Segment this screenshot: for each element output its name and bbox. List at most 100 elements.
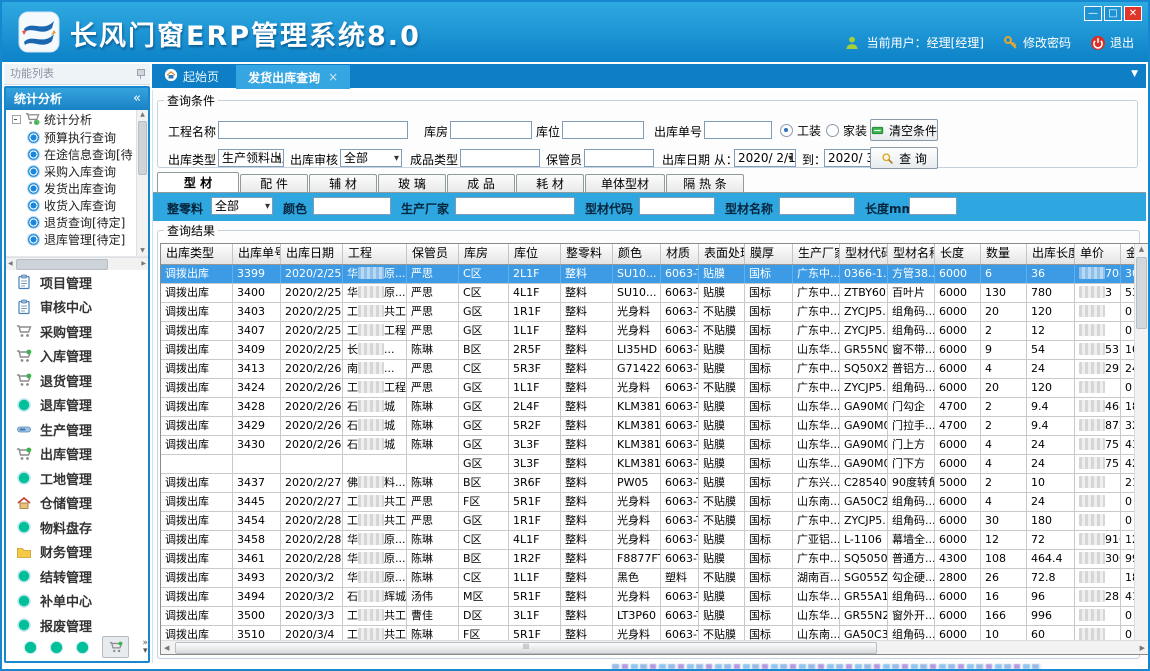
tree-item[interactable]: 在途信息查询[待 [6,146,148,163]
grid-column-header[interactable]: 出库类型 [161,244,233,264]
table-row[interactable]: 调拨出库34002020/2/25华原...严思C区4L1F整料SU10...6… [161,284,1148,303]
grid-column-header[interactable]: 库位 [509,244,561,264]
table-row[interactable]: 调拨出库34372020/2/27佛料...陈琳B区3R6F整料PW056063… [161,474,1148,493]
grid-column-header[interactable]: 数量 [981,244,1027,264]
material-tab[interactable]: 配 件 [240,174,308,192]
table-row[interactable]: 调拨出库34292020/2/26石城陈琳G区5R2F整料KLM38176063… [161,417,1148,436]
tree-item[interactable]: 退库管理[待定] [6,231,148,248]
sidebar-item-结转管理[interactable]: 结转管理 [6,564,148,589]
grid-column-header[interactable]: 工程 [343,244,407,264]
sidebar-item-退货管理[interactable]: 退货管理 [6,368,148,393]
table-row[interactable]: 调拨出库34302020/2/26石城陈琳G区3L3F整料KLM38176063… [161,436,1148,455]
table-row[interactable]: 调拨出库33992020/2/25华原...严思C区2L1F整料SU10...6… [161,265,1148,284]
scrollbar-thumb[interactable] [138,121,147,175]
table-row[interactable]: 调拨出库34282020/2/26石城陈琳G区2L4F整料KLM38176063… [161,398,1148,417]
quick-dot-icon[interactable] [76,641,89,654]
grid-column-header[interactable]: 单价 [1075,244,1121,264]
collapse-icon[interactable]: « [133,88,141,110]
sidebar-item-财务管理[interactable]: 财务管理 [6,540,148,565]
table-row[interactable]: 调拨出库34032020/2/25工共工程严思G区1R1F整料光身料6063-T… [161,303,1148,322]
close-button[interactable]: ✕ [1124,6,1142,21]
sidebar-item-补单中心[interactable]: 补单中心 [6,589,148,614]
table-row[interactable]: G区3L3F整料KLM38176063-T5贴膜国标山东华...GA90M09.… [161,455,1148,474]
grid-column-header[interactable]: 长度 [935,244,981,264]
quick-dot-icon[interactable] [24,641,37,654]
maker-input[interactable] [455,197,575,215]
grid-column-header[interactable]: 库房 [459,244,509,264]
table-row[interactable]: 调拨出库34452020/2/27工共工程严思F区5R1F整料光身料6063-T… [161,493,1148,512]
location-input[interactable] [562,121,644,139]
grid-column-header[interactable]: 出库日期 [281,244,343,264]
sidebar-item-出库管理[interactable]: 出库管理 [6,442,148,467]
scrollbar-thumb[interactable]: ⦀⦀ [175,642,877,654]
tree-item[interactable]: 发货出库查询 [6,180,148,197]
tab-shipping-outbound-query[interactable]: 发货出库查询 × [236,65,350,89]
overflow-button[interactable]: »▾ [142,639,148,655]
material-tab[interactable]: 玻 璃 [378,174,446,192]
table-row[interactable]: 调拨出库35002020/3/3工共工程曹佳D区3L1F整料LT3P606063… [161,607,1148,626]
warehouse-input[interactable] [450,121,532,139]
tab-home[interactable]: 起始页 [152,64,231,88]
tab-list-dropdown-icon[interactable]: ▼ [1131,69,1138,79]
table-row[interactable]: 调拨出库34942020/3/2石辉城汤伟M区5R1F整料光身料6063-T5贴… [161,588,1148,607]
change-password-button[interactable]: 修改密码 [1003,34,1071,51]
order-no-input[interactable] [704,121,772,139]
table-row[interactable]: 调拨出库34132020/2/26南...严思C区5R3F整料G71422606… [161,360,1148,379]
table-row[interactable]: 调拨出库34542020/2/28工共工程严思G区1R1F整料光身料6063-T… [161,512,1148,531]
grid-column-header[interactable]: 保管员 [407,244,459,264]
length-input[interactable] [909,197,957,215]
clear-conditions-button[interactable]: 清空条件 [870,119,938,141]
grid-column-header[interactable]: 型材代码 [840,244,888,264]
material-tab[interactable]: 型 材 [157,172,239,192]
table-row[interactable]: 调拨出库34932020/3/2华原...陈琳C区1L1F整料黑色塑料不贴膜国标… [161,569,1148,588]
date-from-picker[interactable]: 2020/ 2/16 [734,149,796,167]
scrollbar-thumb[interactable] [1136,257,1147,329]
sidebar-item-审核中心[interactable]: 审核中心 [6,295,148,320]
tree-item[interactable]: 预算执行查询 [6,129,148,146]
maximize-button[interactable]: □ [1104,6,1122,21]
tree-item[interactable]: 退货查询[待定] [6,214,148,231]
sidebar-item-报废管理[interactable]: 报废管理 [6,613,148,638]
sidebar-item-生产管理[interactable]: 生产管理 [6,417,148,442]
sidebar-item-物料盘存[interactable]: 物料盘存 [6,515,148,540]
radio-gongzhuang[interactable]: 工装 [780,122,821,139]
table-row[interactable]: 调拨出库34582020/2/28华原...陈琳C区4L1F整料光身料6063-… [161,531,1148,550]
logout-button[interactable]: 退出 [1090,34,1134,51]
grid-column-header[interactable]: 膜厚 [745,244,793,264]
grid-column-header[interactable]: 生产厂家 [793,244,840,264]
profile-code-input[interactable] [639,197,715,215]
material-tab[interactable]: 单体型材 [585,174,665,192]
tree-vertical-scrollbar[interactable]: ▲ ▼ [136,110,148,256]
color-input[interactable] [313,197,391,215]
audit-select[interactable]: 全部 [340,149,402,167]
sidebar-item-项目管理[interactable]: 项目管理 [6,270,148,295]
keeper-input[interactable] [584,149,654,167]
product-type-input[interactable] [460,149,540,167]
sidebar-item-工地管理[interactable]: 工地管理 [6,466,148,491]
project-name-input[interactable] [218,121,408,139]
table-row[interactable]: 调拨出库34072020/2/25工工程严思G区1L1F整料光身料6063-T5… [161,322,1148,341]
grid-column-header[interactable]: 出库单号 [233,244,281,264]
tree-item[interactable]: 采购入库查询 [6,163,148,180]
quick-dot-icon[interactable] [50,641,63,654]
table-row[interactable]: 调拨出库34092020/2/25长...陈琳B区2R5F整料LI35HD606… [161,341,1148,360]
sidebar-item-仓储管理[interactable]: 仓储管理 [6,491,148,516]
tree-horizontal-scrollbar[interactable]: ◀▶ [6,257,148,270]
material-tab[interactable]: 耗 材 [516,174,584,192]
minimize-button[interactable]: — [1084,6,1102,21]
table-row[interactable]: 调拨出库34242020/2/26工工程严思G区1L1F整料光身料6063-T5… [161,379,1148,398]
profile-name-input[interactable] [779,197,855,215]
tree-root-node[interactable]: 统计分析 [6,110,148,129]
grid-column-header[interactable]: 颜色 [613,244,661,264]
grid-column-header[interactable]: 出库长度 [1027,244,1075,264]
pin-icon[interactable] [136,69,144,79]
sidebar-item-退库管理[interactable]: 退库管理 [6,393,148,418]
out-type-select[interactable]: 生产领料出库 [218,149,284,167]
tree-expander-icon[interactable] [12,115,21,124]
material-tab[interactable]: 隔 热 条 [666,174,744,192]
grid-column-header[interactable]: 材质 [661,244,699,264]
grid-horizontal-scrollbar[interactable]: ◀ ⦀⦀ ▶ [161,640,1148,654]
scrollbar-thumb[interactable] [16,259,108,270]
grid-vertical-scrollbar[interactable]: ▲ [1134,244,1148,642]
search-button[interactable]: 查 询 [870,147,938,169]
